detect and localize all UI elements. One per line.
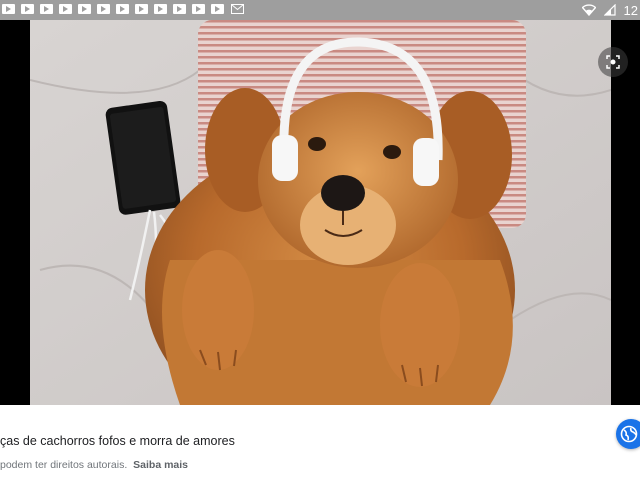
- copyright-notice: podem ter direitos autorais. Saiba mais: [0, 459, 188, 471]
- notification-icons: [2, 4, 224, 16]
- video-notification-icon: [211, 4, 224, 14]
- status-right: 12: [581, 0, 640, 20]
- dog-with-headphones-image[interactable]: [30, 20, 611, 405]
- video-notification-icon: [173, 4, 186, 14]
- video-notification-icon: [116, 4, 129, 14]
- mail-icon: [231, 4, 244, 14]
- lens-icon: [606, 55, 620, 69]
- lens-button[interactable]: [598, 47, 628, 77]
- wifi-icon: [581, 4, 596, 16]
- image-title[interactable]: ças de cachorros fofos e morra de amores: [0, 434, 235, 448]
- visit-page-button[interactable]: [616, 419, 640, 449]
- status-time: 12: [623, 2, 638, 18]
- video-notification-icon: [154, 4, 167, 14]
- video-notification-icon: [21, 4, 34, 14]
- video-notification-icon: [78, 4, 91, 14]
- video-notification-icon: [59, 4, 72, 14]
- video-notification-icon: [135, 4, 148, 14]
- copyright-text: podem ter direitos autorais.: [0, 459, 128, 471]
- video-notification-icon: [192, 4, 205, 14]
- status-bar: 12: [0, 0, 640, 20]
- image-caption: ças de cachorros fofos e morra de amores…: [0, 405, 640, 480]
- globe-icon: [620, 425, 638, 443]
- video-notification-icon: [2, 4, 15, 14]
- video-notification-icon: [40, 4, 53, 14]
- video-notification-icon: [97, 4, 110, 14]
- image-viewer: [0, 20, 640, 405]
- learn-more-link[interactable]: Saiba mais: [133, 459, 188, 471]
- signal-icon: [603, 4, 616, 16]
